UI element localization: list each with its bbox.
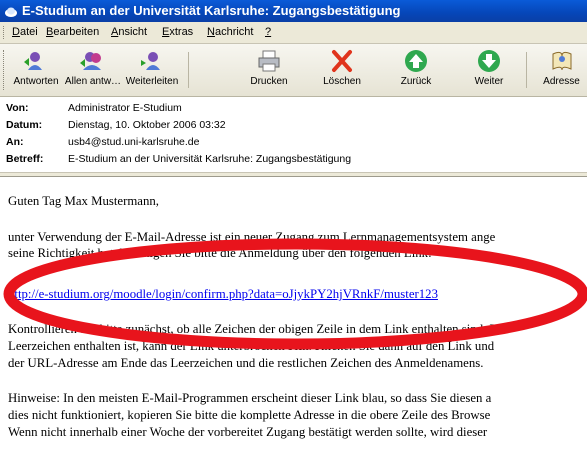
toolbar-separator <box>188 52 189 88</box>
forward-icon <box>141 52 160 70</box>
menu-extras[interactable]: Extras <box>162 22 193 43</box>
arrow-up-icon <box>405 50 427 72</box>
menu-bar: Datei Bearbeiten Ansicht Extras Nachrich… <box>0 22 587 44</box>
menu-grip <box>3 26 7 39</box>
greeting: Guten Tag Max Mustermann, <box>8 194 159 208</box>
paragraph-1-line-2: seine Richtigkeit hat, bestätigen Sie bi… <box>8 246 432 260</box>
menu-help[interactable]: ? <box>265 22 271 43</box>
subject-value: E-Studium an der Universität Karlsruhe: … <box>68 153 352 165</box>
addresses-label: Adresse <box>543 76 580 87</box>
paragraph-3-line-2: dies nicht funktioniert, kopieren Sie bi… <box>8 408 491 422</box>
printer-icon <box>258 50 280 72</box>
forward-button[interactable]: Weiterleiten <box>122 48 182 92</box>
paragraph-1-line-1: unter Verwendung der E-Mail-Adresse ist … <box>8 230 496 244</box>
toolbar-grip <box>3 50 7 90</box>
confirmation-link[interactable]: http://e-studium.org/moodle/login/confir… <box>8 287 438 302</box>
paragraph-2-line-1: Kontrollieren Sie bitte zunächst, ob all… <box>8 322 497 336</box>
reply-button[interactable]: Antworten <box>8 48 64 92</box>
paragraph-3-line-1: Hinweise: In den meisten E-Mail-Programm… <box>8 391 492 405</box>
toolbar-separator <box>526 52 527 88</box>
reply-all-button[interactable]: Allen antw… <box>64 48 122 92</box>
mail-app-icon <box>5 7 17 17</box>
message-header: Von: Administrator E-Studium Datum: Dien… <box>0 97 587 173</box>
next-label: Weiter <box>474 76 504 87</box>
arrow-down-icon <box>478 50 500 72</box>
forward-label: Weiterleiten <box>125 76 179 87</box>
reply-icon <box>24 52 42 70</box>
address-book-icon <box>552 51 571 71</box>
back-label: Zurück <box>400 76 432 87</box>
from-value[interactable]: Administrator E-Studium <box>68 100 182 116</box>
paragraph-2-line-3: der URL-Adresse am Ende das Leerzeichen … <box>8 356 484 370</box>
menu-ansicht[interactable]: Ansicht <box>111 22 147 43</box>
menu-nachricht[interactable]: Nachricht <box>207 22 253 43</box>
from-label: Von: <box>6 102 29 114</box>
paragraph-3-line-3: Wenn nicht innerhalb einer Woche der vor… <box>8 425 488 439</box>
paragraph-2-line-2: Leerzeichen enthalten ist, kann der Link… <box>8 339 495 353</box>
date-value: Dienstag, 10. Oktober 2006 03:32 <box>68 119 226 131</box>
date-label: Datum: <box>6 119 43 131</box>
subject-label: Betreff: <box>6 153 44 165</box>
delete-button[interactable]: Löschen <box>318 48 366 92</box>
back-button[interactable]: Zurück <box>394 48 438 92</box>
menu-bearbeiten[interactable]: Bearbeiten <box>46 22 99 43</box>
to-value[interactable]: usb4@stud.uni-karlsruhe.de <box>68 134 199 150</box>
delete-label: Löschen <box>323 76 361 87</box>
delete-x-icon <box>332 50 352 72</box>
window-title: E-Studium an der Universität Karlsruhe: … <box>22 3 401 18</box>
reply-all-icon <box>80 52 101 70</box>
message-body[interactable]: Guten Tag Max Mustermann, unter Verwendu… <box>0 176 587 451</box>
print-button[interactable]: Drucken <box>244 48 294 92</box>
reply-label: Antworten <box>13 76 59 87</box>
next-button[interactable]: Weiter <box>467 48 511 92</box>
reply-all-label: Allen antw… <box>64 76 122 87</box>
print-label: Drucken <box>250 76 288 87</box>
menu-datei[interactable]: Datei <box>12 22 38 43</box>
window-titlebar[interactable]: E-Studium an der Universität Karlsruhe: … <box>0 0 587 22</box>
toolbar: Antworten Allen antw… Weiterleiten Druck… <box>0 44 587 97</box>
addresses-button[interactable]: Adresse <box>536 48 587 92</box>
to-label: An: <box>6 136 24 148</box>
